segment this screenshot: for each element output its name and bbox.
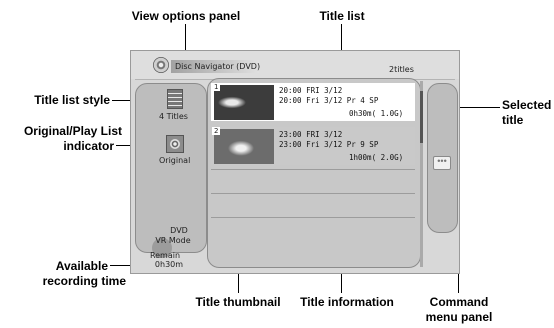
- remain-value: 0h30m: [154, 260, 184, 269]
- disc-icon: [153, 57, 169, 73]
- callout-command-line1: Command: [429, 295, 489, 309]
- disc-navigator-title: Disc Navigator (DVD): [171, 60, 260, 73]
- callout-title-thumbnail: Title thumbnail: [195, 295, 281, 309]
- original-label: Original: [159, 156, 191, 165]
- title-thumbnail: [214, 129, 274, 164]
- callout-available-line2: recording time: [42, 274, 126, 288]
- original-disc-icon[interactable]: [166, 135, 184, 153]
- vr-mode-label: VR Mode: [155, 236, 191, 245]
- title-duration: 0h30m( 1.0G): [349, 109, 404, 118]
- callout-view-options-panel: View options panel: [131, 9, 241, 23]
- callout-title-list: Title list: [319, 9, 365, 23]
- callout-selected-title-line2: title: [502, 113, 524, 127]
- callout-command-line2: menu panel: [425, 310, 493, 324]
- title-row-selected[interactable]: 1 20:00 FRI 3/12 20:00 Fri 3/12 Pr 4 SP …: [211, 83, 415, 121]
- title-thumbnail: [214, 85, 274, 120]
- list-style-icon[interactable]: [167, 89, 183, 109]
- title-count: 2titles: [389, 65, 414, 74]
- callout-selected-title-line1: Selected: [502, 98, 552, 112]
- title-info-line2: 20:00 Fri 3/12 Pr 4 SP: [279, 96, 379, 105]
- title-number: 1: [212, 83, 221, 91]
- row-separator: [211, 169, 415, 170]
- title-info-line2: 23:00 Fri 3/12 Pr 9 SP: [279, 140, 379, 149]
- title-list-scrollbar-thumb[interactable]: [420, 91, 423, 143]
- title-info-line1: 20:00 FRI 3/12: [279, 86, 343, 95]
- remain-label: Remain: [149, 251, 181, 260]
- callout-available-line1: Available: [55, 259, 108, 273]
- callout-original-play-list-line2: indicator: [63, 139, 114, 153]
- title-info-line1: 23:00 FRI 3/12: [279, 130, 343, 139]
- title-number: 2: [212, 127, 221, 135]
- disc-navigator-screen: Disc Navigator (DVD) 2titles 4 Titles Or…: [130, 50, 460, 274]
- title-row[interactable]: 2 23:00 FRI 3/12 23:00 Fri 3/12 Pr 9 SP …: [211, 127, 415, 165]
- callout-title-information: Title information: [300, 295, 394, 309]
- row-separator: [211, 193, 415, 194]
- row-separator: [211, 217, 415, 218]
- dvd-label: DVD: [170, 226, 188, 235]
- list-style-label: 4 Titles: [159, 112, 188, 121]
- title-duration: 1h00m( 2.0G): [349, 153, 404, 162]
- callout-title-list-style: Title list style: [34, 93, 110, 107]
- more-options-icon[interactable]: •••: [433, 156, 451, 170]
- callout-original-play-list-line1: Original/Play List: [23, 124, 122, 138]
